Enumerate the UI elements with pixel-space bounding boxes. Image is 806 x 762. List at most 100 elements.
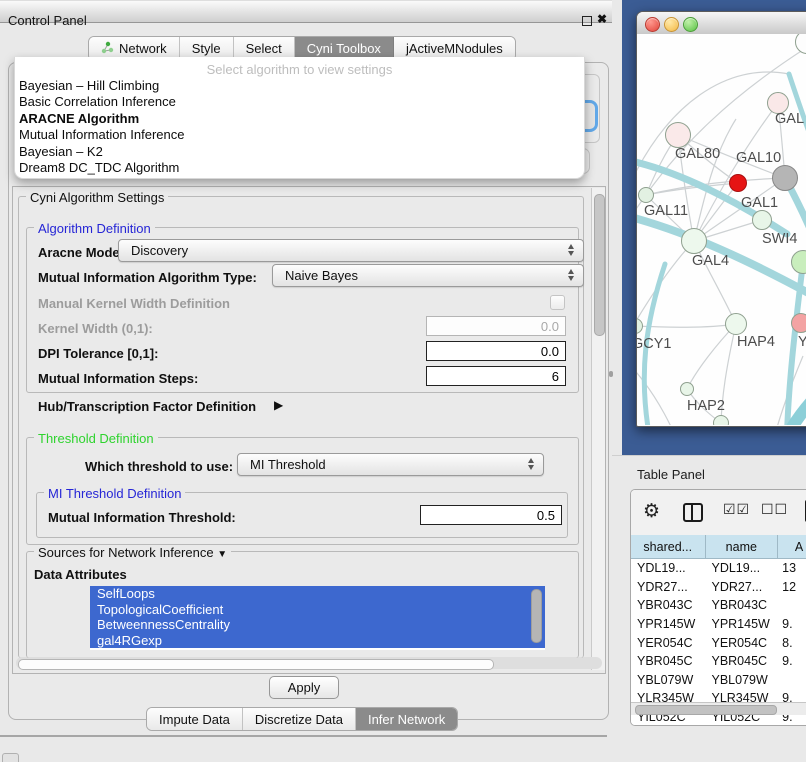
- combo-stepper-icon: [568, 244, 574, 256]
- node-hap2[interactable]: [680, 382, 694, 396]
- hub-expander-label[interactable]: Hub/Transcription Factor Definition: [38, 399, 256, 414]
- node-red-selected[interactable]: [729, 174, 747, 192]
- group-title: Sources for Network Inference ▼: [34, 545, 231, 560]
- divider: [0, 735, 607, 737]
- table-row[interactable]: YBL079WYBL079W: [631, 671, 806, 690]
- which-threshold-label: Which threshold to use:: [85, 459, 233, 474]
- columns-icon[interactable]: [683, 503, 703, 522]
- select-all-icon[interactable]: ☑☑: [723, 502, 750, 518]
- dropdown-item[interactable]: Dream8 DC_TDC Algorithm: [19, 160, 580, 176]
- table-horizontal-scrollbar[interactable]: [631, 702, 806, 715]
- dropdown-item[interactable]: Bayesian – K2: [19, 144, 580, 160]
- list-item[interactable]: gal4RGexp: [90, 633, 545, 649]
- table-panel-body: ⚙ ☑☑ ☐☐ shared... name A YDL19...YDL19..…: [630, 489, 806, 726]
- mi-type-label: Mutual Information Algorithm Type:: [38, 270, 257, 285]
- group-title: Algorithm Definition: [34, 221, 155, 236]
- tab-impute-data[interactable]: Impute Data: [147, 708, 243, 730]
- mi-steps-field[interactable]: [426, 366, 566, 386]
- table-row[interactable]: YDR27...YDR27...12: [631, 578, 806, 597]
- node-hap4[interactable]: [725, 313, 747, 335]
- node-label: GAL4: [692, 253, 729, 269]
- dpi-tolerance-label: DPI Tolerance [0,1]:: [38, 346, 158, 361]
- list-item[interactable]: TopologicalCoefficient: [90, 602, 545, 618]
- settings-horizontal-scrollbar[interactable]: [16, 657, 602, 669]
- list-scrollbar-thumb[interactable]: [531, 589, 542, 643]
- table-toolbar: ⚙ ☑☑ ☐☐: [631, 490, 806, 536]
- node-label: Y: [798, 334, 806, 350]
- dpi-tolerance-field[interactable]: [426, 341, 566, 361]
- list-item[interactable]: SelfLoops: [90, 586, 545, 602]
- dropdown-item[interactable]: Basic Correlation Inference: [19, 94, 580, 110]
- manual-kernel-label: Manual Kernel Width Definition: [38, 296, 230, 311]
- node-y-partial[interactable]: [791, 313, 806, 333]
- node-unlabeled[interactable]: [713, 415, 729, 425]
- node-label: GAL80: [675, 146, 720, 162]
- network-view-window: GAL GAL80 GAL10 GAL1 GAL11 SWI4 GAL4 GCY…: [636, 11, 806, 427]
- deselect-all-icon[interactable]: ☐☐: [761, 502, 788, 518]
- settings-vertical-scrollbar[interactable]: [591, 188, 605, 670]
- panel-resize-grip[interactable]: [609, 371, 613, 377]
- node-gal11[interactable]: [638, 187, 654, 203]
- collapse-arrow-icon[interactable]: ▼: [217, 549, 227, 560]
- group-title: Cyni Algorithm Settings: [26, 190, 168, 205]
- scrollbar-thumb[interactable]: [594, 194, 605, 336]
- minimize-button[interactable]: [664, 17, 679, 32]
- column-header[interactable]: shared...: [631, 535, 706, 558]
- close-icon[interactable]: ✖: [597, 12, 607, 26]
- bottom-tabbar: Impute Data Discretize Data Infer Networ…: [146, 707, 458, 731]
- mi-threshold-label: Mutual Information Threshold:: [48, 510, 236, 525]
- table-row[interactable]: YBR043CYBR043C: [631, 596, 806, 615]
- column-header[interactable]: name: [706, 535, 779, 558]
- node-label: HAP2: [687, 398, 725, 414]
- table-row[interactable]: YBR045CYBR045C9.: [631, 652, 806, 671]
- node-label: SWI4: [762, 231, 797, 247]
- node-label: GAL11: [644, 203, 688, 219]
- manual-kernel-checkbox[interactable]: [550, 295, 565, 310]
- network-tab-icon: [101, 41, 114, 57]
- table-header-row: shared... name A: [631, 535, 806, 559]
- group-title: Threshold Definition: [34, 431, 158, 446]
- tab-infer-network[interactable]: Infer Network: [356, 708, 457, 730]
- close-button[interactable]: [645, 17, 660, 32]
- group-title: MI Threshold Definition: [44, 486, 185, 501]
- list-item[interactable]: BetweennessCentrality: [90, 617, 545, 633]
- zoom-button[interactable]: [683, 17, 698, 32]
- table-row[interactable]: YER054CYER054C8.: [631, 633, 806, 652]
- corner-button[interactable]: [2, 753, 19, 762]
- node-gal10[interactable]: [772, 165, 798, 191]
- mi-threshold-field[interactable]: [420, 505, 562, 525]
- screen: Control Panel ✖ Network Style Select Cyn…: [0, 0, 806, 762]
- network-canvas[interactable]: GAL GAL80 GAL10 GAL1 GAL11 SWI4 GAL4 GCY…: [637, 34, 806, 425]
- float-window-icon[interactable]: [582, 16, 592, 26]
- table-row[interactable]: YDL19...YDL19...13: [631, 559, 806, 578]
- dropdown-item[interactable]: Mutual Information Inference: [19, 127, 580, 143]
- gear-icon[interactable]: ⚙: [643, 500, 660, 522]
- expander-arrow-icon[interactable]: ▶: [274, 398, 283, 412]
- apply-button[interactable]: Apply: [269, 676, 339, 699]
- column-header[interactable]: A: [778, 535, 806, 558]
- control-panel-titlebar: [0, 0, 612, 23]
- data-attributes-label: Data Attributes: [34, 567, 127, 582]
- aracne-mode-combo[interactable]: Discovery: [118, 239, 584, 262]
- node-gal4[interactable]: [681, 228, 707, 254]
- node-gal80[interactable]: [665, 122, 691, 148]
- dropdown-hint: Select algorithm to view settings: [15, 62, 584, 77]
- scrollbar-thumb[interactable]: [18, 659, 494, 670]
- which-threshold-combo[interactable]: MI Threshold: [237, 453, 544, 476]
- node-gal1[interactable]: [752, 210, 772, 230]
- node-label: GAL10: [736, 150, 781, 166]
- kernel-width-label: Kernel Width (0,1):: [38, 321, 153, 336]
- data-attributes-list[interactable]: SelfLoops TopologicalCoefficient Between…: [90, 586, 545, 650]
- dropdown-item-selected[interactable]: ARACNE Algorithm: [19, 111, 580, 127]
- dropdown-item[interactable]: Bayesian – Hill Climbing: [19, 78, 580, 94]
- tab-discretize-data[interactable]: Discretize Data: [243, 708, 356, 730]
- kernel-width-field[interactable]: [426, 316, 566, 336]
- scrollbar-thumb[interactable]: [635, 705, 777, 715]
- mi-steps-label: Mutual Information Steps:: [38, 371, 198, 386]
- control-panel-title: Control Panel: [8, 13, 87, 28]
- node-label: HAP4: [737, 334, 775, 350]
- table-row[interactable]: YPR145WYPR145W9.: [631, 615, 806, 634]
- mi-type-combo[interactable]: Naive Bayes: [272, 264, 584, 287]
- combo-stepper-icon: [568, 269, 574, 281]
- network-window-titlebar[interactable]: [637, 12, 806, 35]
